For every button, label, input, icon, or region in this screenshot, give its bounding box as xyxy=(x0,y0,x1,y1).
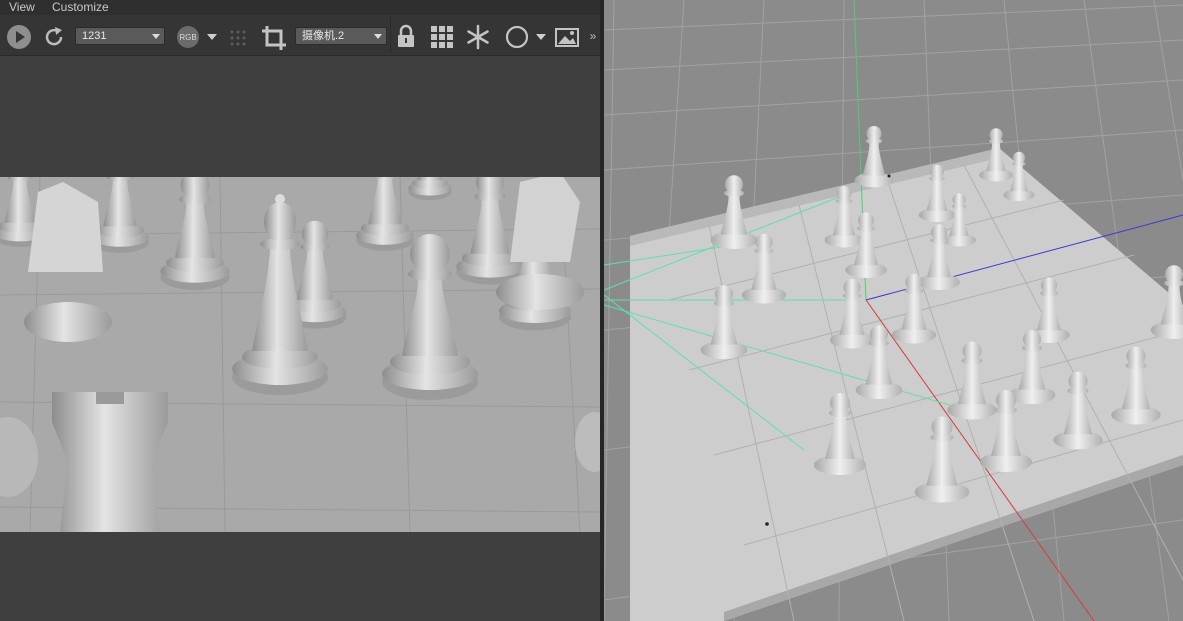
snowflake-button[interactable] xyxy=(465,24,491,50)
chevron-down-icon xyxy=(536,34,546,40)
crop-button[interactable] xyxy=(260,24,288,52)
dot-grid-button[interactable] xyxy=(228,28,248,48)
chevron-down-icon xyxy=(207,34,217,40)
3d-viewport[interactable] xyxy=(604,0,1183,621)
chevron-down-icon xyxy=(374,34,382,39)
lock-button[interactable] xyxy=(395,23,417,49)
toolbar-overflow-button[interactable]: » xyxy=(586,27,600,45)
grid-icon xyxy=(431,26,453,48)
image-button[interactable] xyxy=(554,24,580,50)
circle-icon xyxy=(505,25,529,49)
lock-icon xyxy=(398,24,414,47)
circle-button[interactable] xyxy=(504,24,530,50)
image-icon xyxy=(555,28,579,47)
render-toolbar: 1231 RGB 摄像机.2 » xyxy=(0,15,600,56)
camera-dropdown[interactable]: 摄像机.2 xyxy=(295,27,387,45)
crop-icon xyxy=(262,26,286,50)
play-button[interactable] xyxy=(6,24,32,50)
dot-grid-icon xyxy=(230,30,246,46)
refresh-button[interactable] xyxy=(42,25,66,49)
play-icon xyxy=(7,25,31,49)
viewport-scene xyxy=(604,0,1183,621)
rgb-channel-button[interactable]: RGB xyxy=(176,26,200,48)
grid-button[interactable] xyxy=(429,24,455,50)
render-canvas[interactable] xyxy=(0,177,600,532)
frame-value: 1231 xyxy=(82,30,107,42)
channel-dropdown-button[interactable] xyxy=(205,31,219,43)
render-view-panel: View Customize 1231 RGB 摄像机.2 » xyxy=(0,0,600,621)
refresh-icon xyxy=(45,27,63,46)
overflow-label: » xyxy=(589,29,597,43)
rgb-label: RGB xyxy=(179,32,197,42)
render-menubar: View Customize xyxy=(0,0,600,15)
snowflake-icon xyxy=(467,24,489,50)
rgb-channel-icon: RGB xyxy=(177,26,199,48)
menu-customize[interactable]: Customize xyxy=(52,0,109,14)
chess-render-image xyxy=(0,177,600,532)
chevron-down-icon xyxy=(152,34,160,39)
camera-value: 摄像机.2 xyxy=(302,30,345,42)
circle-dropdown-button[interactable] xyxy=(534,31,548,43)
toolbar-separator xyxy=(390,17,391,53)
menu-view[interactable]: View xyxy=(9,0,35,14)
frame-dropdown[interactable]: 1231 xyxy=(75,27,165,45)
